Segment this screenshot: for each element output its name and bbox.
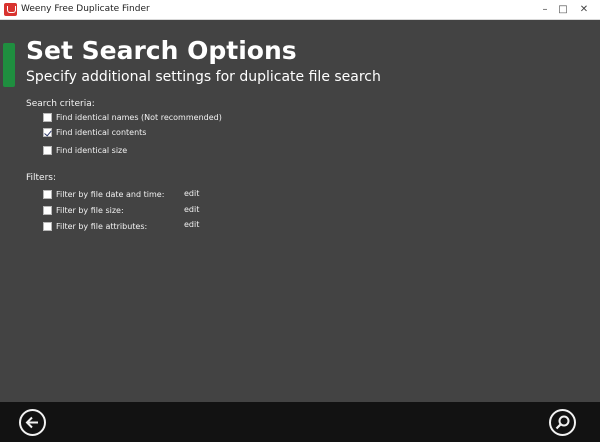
app-icon (4, 3, 17, 16)
magnifier-icon (555, 415, 570, 430)
accent-bar (3, 43, 15, 87)
filter-attributes-checkbox[interactable] (43, 222, 52, 231)
window-title: Weeny Free Duplicate Finder (21, 4, 150, 14)
filters-label: Filters: (26, 173, 57, 183)
filter-date-time-label: Filter by file date and time: (56, 190, 165, 199)
search-button[interactable] (549, 409, 576, 436)
criteria-identical-size-checkbox[interactable] (43, 146, 52, 155)
filter-size-checkbox[interactable] (43, 206, 52, 215)
bottom-app-bar (0, 402, 600, 442)
title-bar: Weeny Free Duplicate Finder – □ ✕ (0, 0, 600, 20)
criteria-identical-size-label: Find identical size (56, 146, 128, 155)
close-button[interactable]: ✕ (577, 2, 591, 17)
filter-size-label: Filter by file size: (56, 206, 124, 215)
page-subtitle: Specify additional settings for duplicat… (26, 69, 381, 85)
maximize-button[interactable]: □ (556, 2, 570, 17)
page-title: Set Search Options (26, 36, 297, 65)
filter-date-time-edit-link[interactable]: edit (184, 189, 199, 198)
filter-date-time-checkbox[interactable] (43, 190, 52, 199)
criteria-identical-names-checkbox[interactable] (43, 113, 52, 122)
arrow-left-icon (25, 416, 38, 429)
criteria-identical-contents-checkbox[interactable] (43, 128, 52, 137)
back-button[interactable] (19, 409, 46, 436)
search-criteria-label: Search criteria: (26, 99, 95, 109)
filter-attributes-label: Filter by file attributes: (56, 222, 148, 231)
criteria-identical-contents-label: Find identical contents (56, 128, 147, 137)
minimize-button[interactable]: – (538, 2, 552, 17)
filter-size-edit-link[interactable]: edit (184, 205, 199, 214)
criteria-identical-names-label: Find identical names (Not recommended) (56, 113, 222, 122)
filter-attributes-edit-link[interactable]: edit (184, 220, 199, 229)
